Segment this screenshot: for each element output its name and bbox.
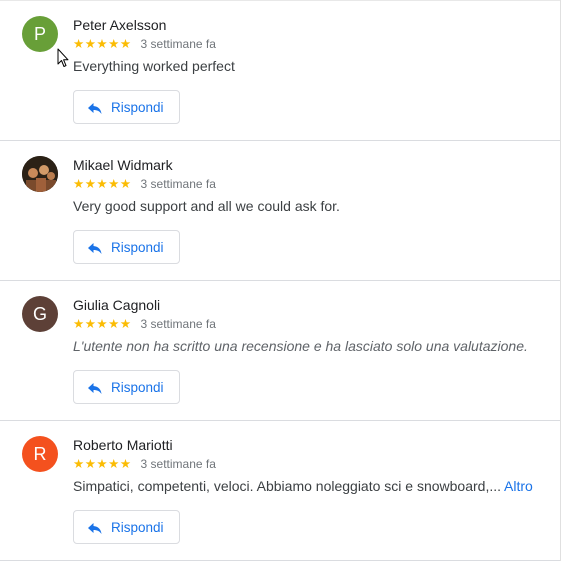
reviewer-name[interactable]: Mikael Widmark [73,157,173,173]
avatar-letter: G [32,304,47,324]
reply-button-label: Rispondi [111,380,164,395]
reply-button-label: Rispondi [111,520,164,535]
review-item: R Roberto Mariotti ★★★★★ 3 settimane fa … [0,421,560,561]
reply-button[interactable]: Rispondi [73,90,180,124]
review-text-row: Simpatici, competenti, veloci. Abbiamo n… [73,478,533,494]
review-text: Very good support and all we could ask f… [73,198,340,214]
review-time: 3 settimane fa [140,177,216,191]
review-time: 3 settimane fa [140,37,216,51]
rating-row: ★★★★★ 3 settimane fa [73,176,216,192]
reply-button[interactable]: Rispondi [73,510,180,544]
review-text: Simpatici, competenti, veloci. Abbiamo n… [73,478,502,494]
more-link[interactable]: Altro [504,478,533,494]
reply-button-label: Rispondi [111,240,164,255]
review-text: Everything worked perfect [73,58,235,74]
reply-arrow-icon [88,103,102,114]
avatar-photo[interactable] [22,156,58,192]
reply-arrow-icon [88,383,102,394]
review-time: 3 settimane fa [140,457,216,471]
review-item: G Giulia Cagnoli ★★★★★ 3 settimane fa L'… [0,281,560,421]
star-rating: ★★★★★ [73,316,132,331]
rating-row: ★★★★★ 3 settimane fa [73,316,216,332]
review-text-rating-only: L'utente non ha scritto una recensione e… [73,338,528,354]
avatar[interactable]: G [22,296,58,332]
avatar-letter: P [33,24,46,44]
review-item: P Peter Axelsson ★★★★★ 3 settimane fa Ev… [0,0,560,141]
avatar-letter: R [33,444,47,464]
reply-button-label: Rispondi [111,100,164,115]
star-rating: ★★★★★ [73,456,132,471]
reply-arrow-icon [88,243,102,254]
reviewer-name[interactable]: Peter Axelsson [73,17,166,33]
review-item: Mikael Widmark ★★★★★ 3 settimane fa Very… [0,141,560,281]
reply-button[interactable]: Rispondi [73,370,180,404]
avatar[interactable]: P [22,16,58,52]
star-rating: ★★★★★ [73,176,132,191]
reply-button[interactable]: Rispondi [73,230,180,264]
reviewer-name[interactable]: Roberto Mariotti [73,437,173,453]
review-time: 3 settimane fa [140,317,216,331]
avatar[interactable]: R [22,436,58,472]
reviewer-name[interactable]: Giulia Cagnoli [73,297,160,313]
reply-arrow-icon [88,523,102,534]
reviews-list: P Peter Axelsson ★★★★★ 3 settimane fa Ev… [0,0,561,561]
mouse-pointer-icon [57,48,69,67]
star-rating: ★★★★★ [73,36,132,51]
avatar-photo-image [22,156,58,192]
rating-row: ★★★★★ 3 settimane fa [73,456,216,472]
rating-row: ★★★★★ 3 settimane fa [73,36,216,52]
